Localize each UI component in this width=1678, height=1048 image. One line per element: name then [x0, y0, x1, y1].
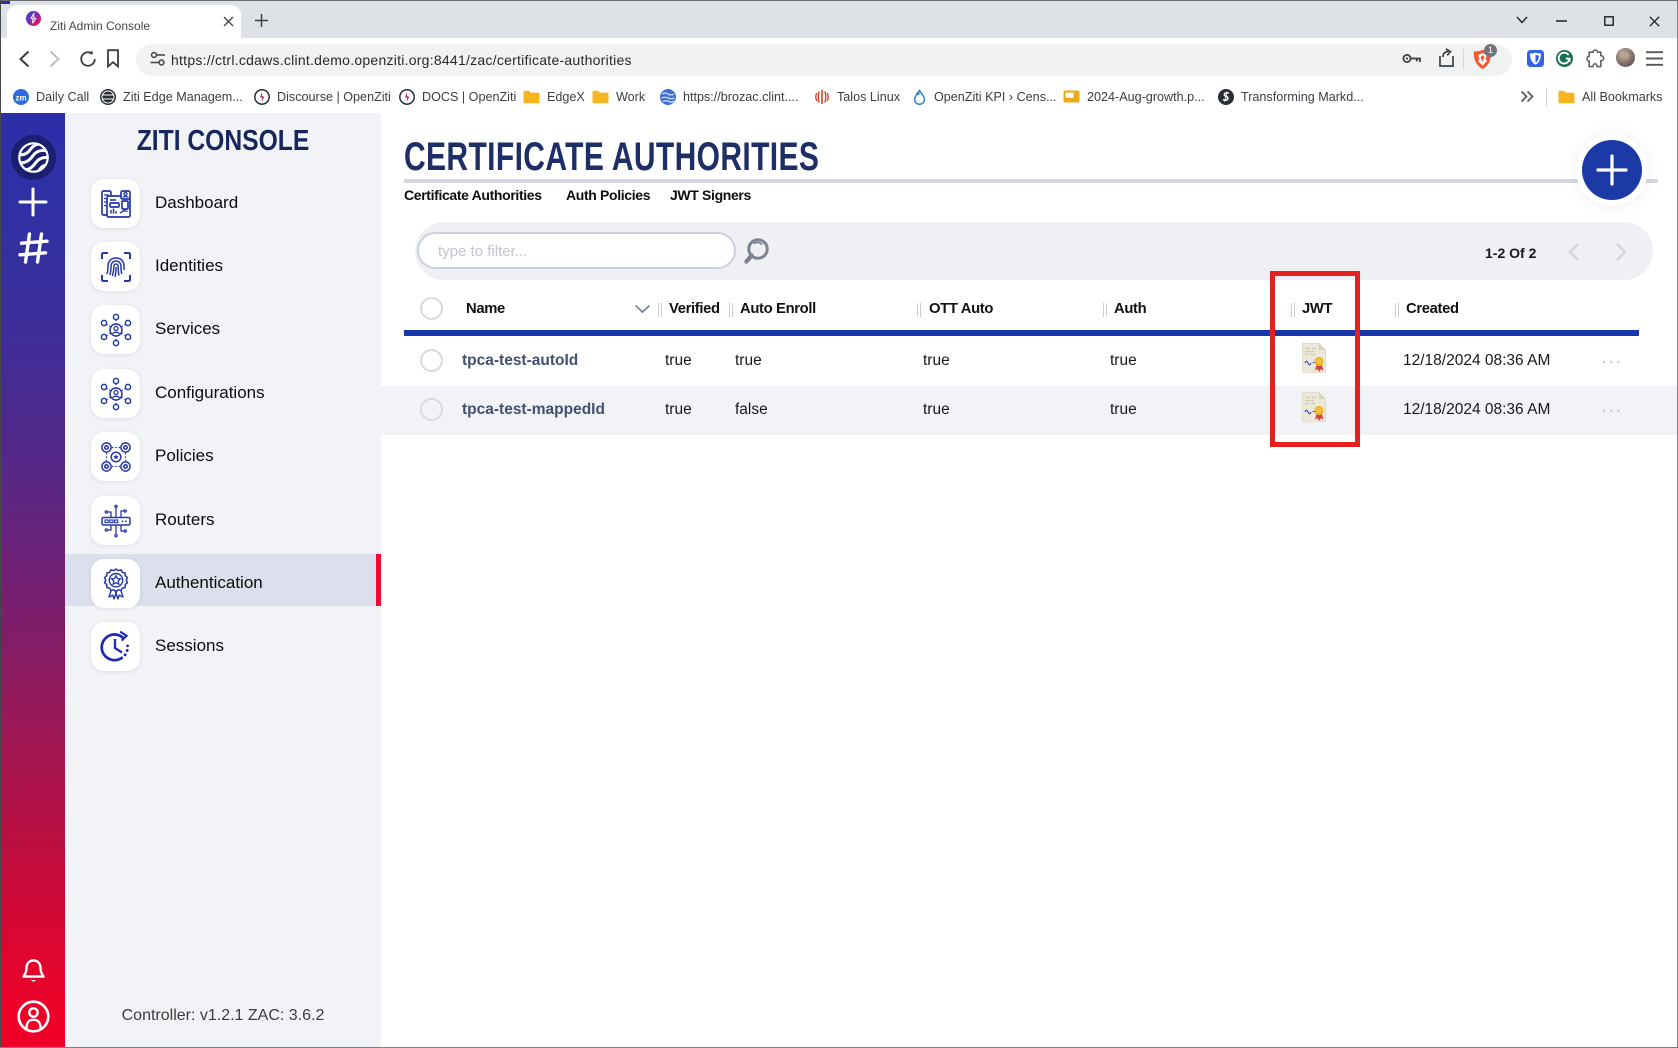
svg-text:zm: zm	[15, 93, 26, 102]
